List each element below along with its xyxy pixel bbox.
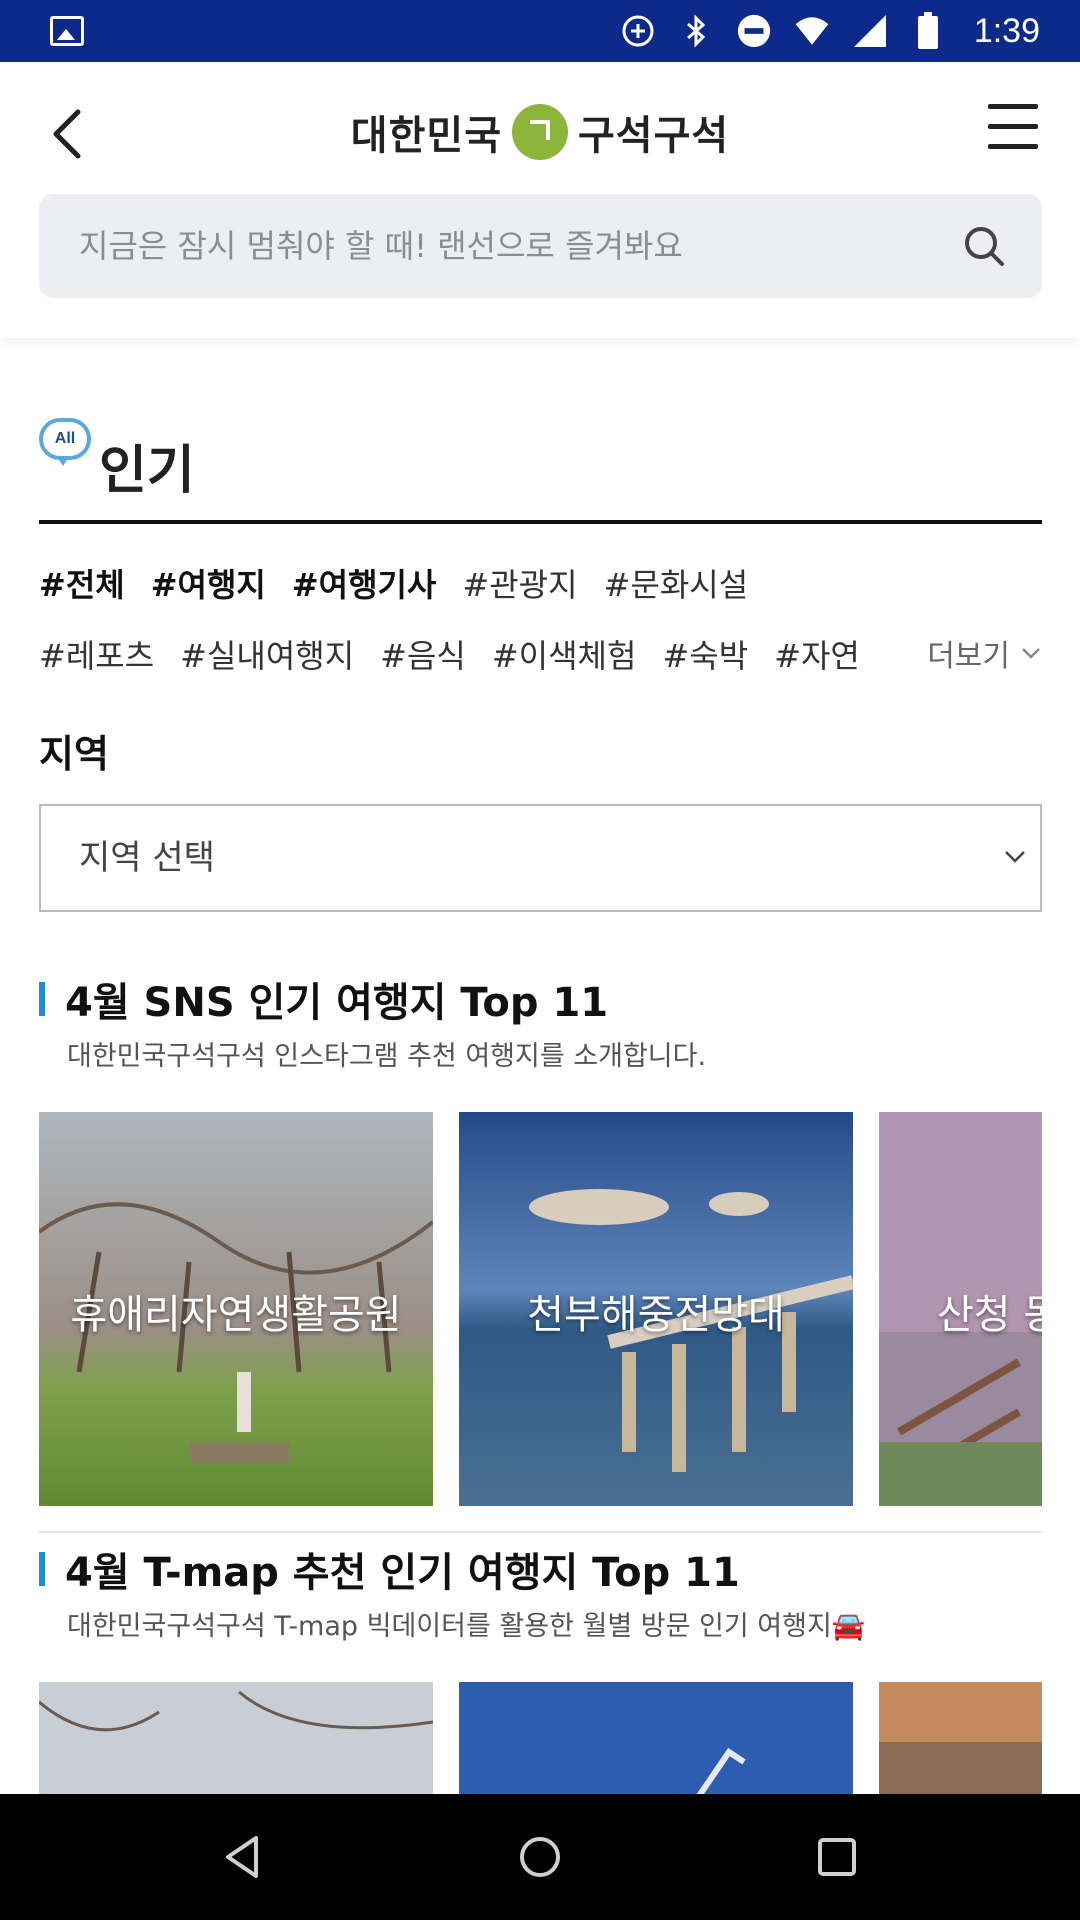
tag-culture[interactable]: #문화시설 [604,560,749,606]
search-placeholder: 지금은 잠시 멈춰야 할 때! 랜선으로 즐겨봐요 [79,227,683,265]
logo-text-right: 구석구석 [578,113,730,159]
clock: 1:39 [973,11,1040,50]
wifi-icon [794,13,830,49]
section-subtitle-tmap: 대한민국구석구석 T-map 빅데이터를 활용한 월별 방문 인기 여행지🚘 [67,1611,866,1642]
card-photo-blue-sky [459,1682,853,1796]
card-carousel-tmap[interactable] [39,1682,1042,1796]
card-photo-sunset [879,1682,1042,1796]
page-title: 인기 [99,441,195,501]
destination-card[interactable]: 산청 동 [879,1112,1042,1506]
destination-card[interactable]: 휴애리자연생활공원 [39,1112,433,1506]
bluetooth-icon [678,13,714,49]
region-select[interactable]: 지역 선택 [39,804,1042,912]
tag-row-1: #전체 #여행지 #여행기사 #관광지 #문화시설 [39,560,748,606]
region-select-value: 지역 선택 [79,838,215,878]
tag-experience[interactable]: #이색체험 [492,631,637,677]
section-title-tmap: 4월 T-map 추천 인기 여행지 Top 11 [39,1540,740,1598]
status-icons: 1:39 [620,0,1040,62]
card-carousel-sns[interactable]: 휴애리자연생활공원 천부해중전망대 산청 동 [39,1112,1042,1506]
section-subtitle-sns: 대한민국구석구석 인스타그램 추천 여행지를 소개합니다. [67,1041,707,1072]
destination-card[interactable] [459,1682,853,1796]
do-not-disturb-icon [736,13,772,49]
search-icon[interactable] [962,224,1006,268]
section-separator [39,1531,1042,1533]
tag-attraction[interactable]: #관광지 [462,560,577,606]
card-title: 휴애리자연생활공원 [70,1292,402,1338]
region-label: 지역 [39,732,109,776]
tag-lodging[interactable]: #숙박 [662,631,748,677]
system-nav-bar [0,1794,1080,1920]
home-circle-icon[interactable] [515,1832,565,1882]
destination-card[interactable]: 천부해중전망대 [459,1112,853,1506]
menu-line [988,104,1038,109]
chevron-down-icon [1005,851,1025,863]
site-logo[interactable]: 대한민국 구석구석 [0,100,1080,164]
app-header: 대한민국 구석구석 지금은 잠시 멈춰야 할 때! 랜선으로 즐겨봐요 [0,62,1080,338]
section-title-sns: 4월 SNS 인기 여행지 Top 11 [39,970,608,1028]
tag-row-2: #레포츠 #실내여행지 #음식 #이색체험 #숙박 #자연 [39,631,860,677]
all-badge-icon: All [39,418,91,466]
tag-indoor[interactable]: #실내여행지 [180,631,354,677]
card-title: 천부해중전망대 [527,1292,785,1338]
card-photo-blossom-sky [39,1682,433,1796]
battery-icon [910,12,946,49]
logo-mark-icon [512,104,568,160]
tag-leisure[interactable]: #레포츠 [39,631,154,677]
tag-destination[interactable]: #여행지 [151,560,266,606]
menu-line [988,124,1038,129]
signal-icon [852,13,888,49]
search-input[interactable]: 지금은 잠시 멈춰야 할 때! 랜선으로 즐겨봐요 [39,194,1042,298]
card-title: 산청 동 [937,1292,1042,1338]
more-label: 더보기 [927,639,1010,674]
destination-card[interactable] [39,1682,433,1796]
tag-all[interactable]: #전체 [39,560,125,606]
tag-nature[interactable]: #자연 [774,631,860,677]
status-bar: 1:39 [0,0,1080,62]
chevron-down-icon [1022,648,1040,659]
tag-travel-article[interactable]: #여행기사 [292,560,437,606]
popular-heading: All 인기 [39,418,1042,506]
menu-line [988,144,1038,149]
hamburger-menu-button[interactable] [988,104,1042,158]
more-tags-button[interactable]: 더보기 [927,631,1042,675]
logo-text-left: 대한민국 [350,113,502,159]
gallery-icon [50,16,84,46]
destination-card[interactable] [879,1682,1042,1796]
tag-food[interactable]: #음식 [380,631,466,677]
title-divider [39,520,1042,524]
back-triangle-icon[interactable] [218,1832,268,1882]
recents-square-icon[interactable] [812,1832,862,1882]
data-saver-icon [620,13,656,49]
